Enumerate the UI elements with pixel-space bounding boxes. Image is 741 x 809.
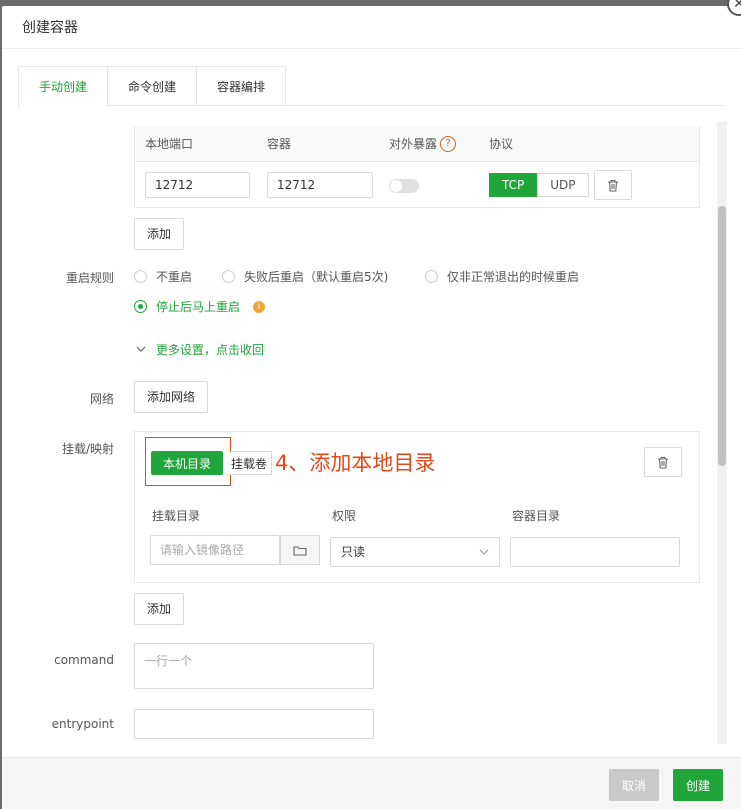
restart-unexpected-exit[interactable]: 仅非正常退出的时候重启 — [425, 268, 579, 285]
form-content: 本地端口 容器 对外暴露 ? 协议 12712 12712 TCP UDP 添加… — [2, 106, 741, 746]
col-container-dir: 容器目录 — [512, 509, 561, 523]
permission-value: 只读 — [341, 545, 366, 559]
dialog-footer: 取消 创建 — [2, 757, 741, 809]
port-table: 本地端口 容器 对外暴露 ? 协议 12712 12712 TCP UDP — [134, 126, 700, 208]
dialog-header: 创建容器 — [2, 6, 741, 49]
container-port-input[interactable]: 12712 — [267, 172, 373, 198]
add-mount-button[interactable]: 添加 — [134, 593, 185, 625]
radio-circle — [134, 270, 147, 283]
entrypoint-label: entrypoint — [51, 717, 114, 731]
tab-bar: 手动创建 命令创建 容器编排 — [18, 66, 725, 107]
command-textarea[interactable]: 一行一个 — [134, 643, 374, 689]
expose-toggle[interactable] — [389, 179, 419, 193]
mount-box: 本机目录 挂载卷 4、添加本地目录 挂载目录 权限 容器目录 请输入镜像路径 只… — [134, 431, 700, 583]
permission-select[interactable]: 只读 — [330, 537, 500, 567]
mount-label: 挂载/映射 — [61, 442, 114, 456]
tab-compose[interactable]: 容器编排 — [197, 66, 287, 106]
mount-dir-input[interactable]: 请输入镜像路径 — [150, 535, 280, 565]
radio-circle — [425, 270, 438, 283]
create-button[interactable]: 创建 — [673, 769, 723, 801]
container-dir-input[interactable] — [510, 537, 680, 567]
col-permission: 权限 — [332, 509, 357, 523]
restart-always[interactable]: 停止后马上重启 i — [134, 298, 266, 315]
col-protocol: 协议 — [489, 137, 514, 151]
add-port-button[interactable]: 添加 — [134, 218, 185, 250]
help-icon[interactable]: ? — [440, 135, 457, 152]
col-container: 容器 — [267, 137, 292, 151]
info-icon[interactable]: i — [253, 300, 266, 313]
delete-mount-button[interactable] — [644, 447, 682, 477]
radio-circle — [222, 270, 235, 283]
radio-label: 不重启 — [156, 270, 193, 284]
protocol-selector: TCP UDP — [489, 173, 589, 197]
more-settings-toggle[interactable]: 更多设置，点击收回 — [136, 341, 264, 358]
network-label: 网络 — [89, 392, 114, 406]
col-mount-dir: 挂载目录 — [152, 509, 201, 523]
radio-label: 失败后重启（默认重启5次) — [244, 270, 389, 284]
create-container-dialog: ✕ 创建容器 手动创建 命令创建 容器编排 本地端口 容器 对外暴露 ? 协议 … — [2, 0, 741, 809]
udp-button[interactable]: UDP — [537, 173, 589, 197]
command-label: command — [54, 653, 114, 667]
restart-no[interactable]: 不重启 — [134, 268, 192, 285]
tcp-button[interactable]: TCP — [489, 173, 538, 197]
local-port-input[interactable]: 12712 — [145, 172, 250, 198]
radio-circle — [134, 300, 147, 313]
cancel-button[interactable]: 取消 — [609, 769, 659, 801]
tab-command-create[interactable]: 命令创建 — [108, 66, 198, 106]
chevron-down-icon — [136, 346, 146, 352]
port-row: 12712 12712 TCP UDP — [135, 162, 699, 208]
col-expose-label: 对外暴露 — [389, 137, 438, 151]
volume-button[interactable]: 挂载卷 — [227, 451, 273, 475]
tab-manual-create[interactable]: 手动创建 — [18, 66, 109, 107]
scroll-thumb[interactable] — [718, 206, 726, 466]
port-table-header: 本地端口 容器 对外暴露 ? 协议 — [135, 126, 699, 162]
radio-label: 停止后马上重启 — [156, 300, 241, 314]
trash-icon — [608, 179, 618, 192]
trash-icon — [658, 456, 668, 469]
folder-icon — [293, 545, 307, 556]
col-local-port: 本地端口 — [145, 137, 194, 151]
dialog-title: 创建容器 — [22, 20, 78, 36]
delete-port-button[interactable] — [594, 170, 632, 200]
col-expose: 对外暴露 ? — [389, 135, 457, 152]
chevron-down-icon — [479, 549, 489, 555]
restart-on-failure[interactable]: 失败后重启（默认重启5次) — [222, 268, 388, 285]
more-settings-label: 更多设置，点击收回 — [156, 343, 265, 357]
browse-folder-button[interactable] — [280, 535, 320, 565]
entrypoint-input[interactable] — [134, 709, 374, 739]
scrollbar[interactable] — [717, 122, 727, 744]
annotation-text: 4、添加本地目录 — [275, 451, 436, 475]
radio-label: 仅非正常退出的时候重启 — [447, 270, 580, 284]
add-network-button[interactable]: 添加网络 — [134, 381, 209, 413]
local-dir-button[interactable]: 本机目录 — [151, 451, 223, 475]
restart-label: 重启规则 — [65, 271, 114, 285]
